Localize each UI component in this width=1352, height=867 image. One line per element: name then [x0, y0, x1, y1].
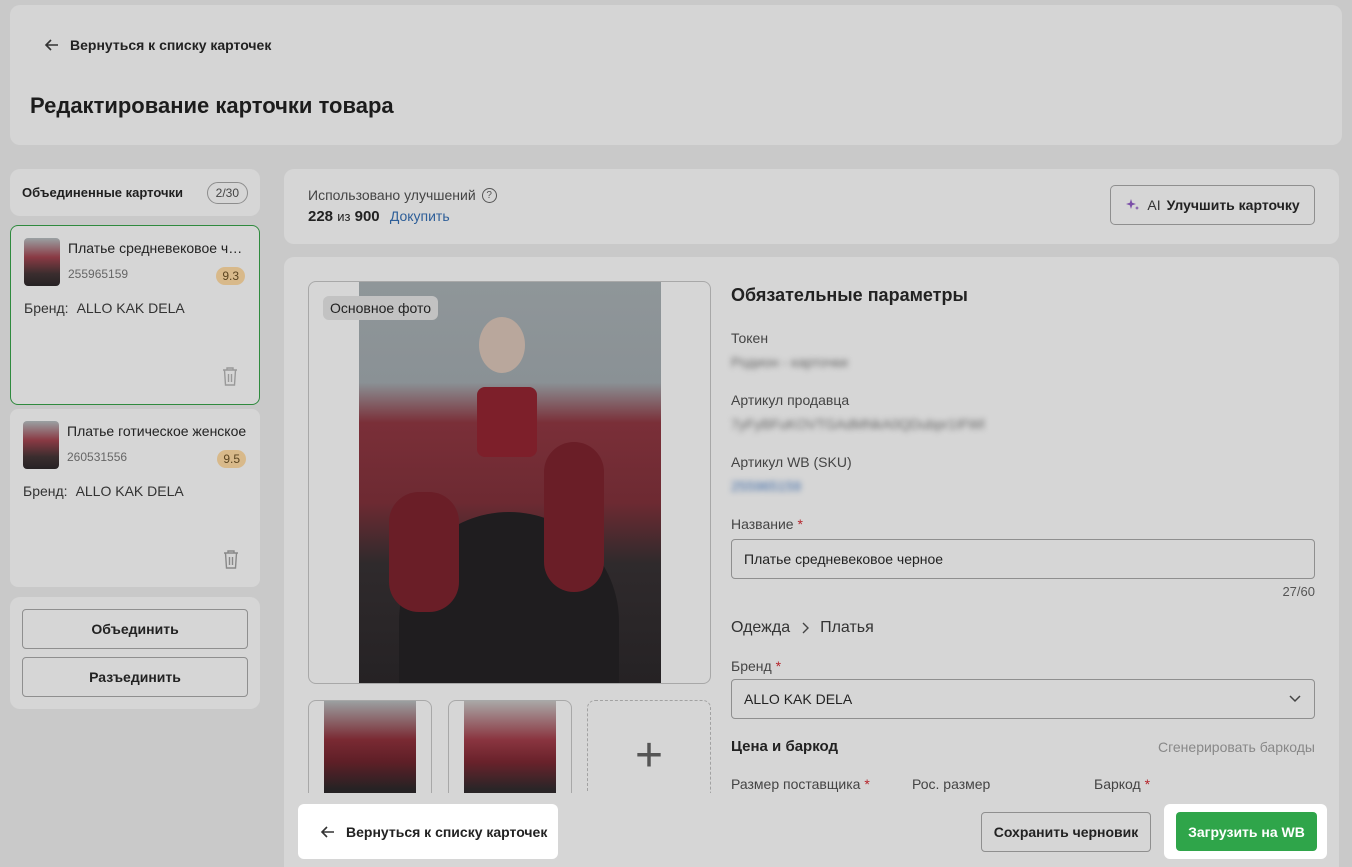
supplier-size-label: Размер поставщика * — [731, 776, 870, 792]
rating-badge: 9.3 — [216, 267, 245, 285]
card-name: Платье средневековое черное — [68, 240, 248, 256]
wb-sku-label: Артикул WB (SKU) — [731, 454, 852, 470]
ai-improve-button[interactable]: AI Улучшить карточку — [1110, 185, 1315, 225]
name-field-label: Название * — [731, 516, 803, 532]
plus-icon: + — [634, 728, 664, 782]
brand-field-label: Бренд * — [731, 658, 781, 674]
card-editor: Основное фото + Обязательные параметры Т… — [284, 257, 1339, 867]
card-name: Платье готическое женское — [67, 423, 247, 439]
unmerge-button[interactable]: Разъединить — [22, 657, 248, 697]
name-char-count: 27/60 — [1282, 584, 1315, 599]
required-mark: * — [1144, 776, 1151, 792]
category-breadcrumb: Одежда Платья — [731, 619, 874, 637]
brand-label: Бренд: — [24, 300, 69, 316]
back-to-list-link[interactable]: Вернуться к списку карточек — [44, 37, 271, 53]
product-photo — [359, 282, 661, 683]
product-thumbnail — [23, 421, 59, 469]
seller-sku-label: Артикул продавца — [731, 392, 850, 408]
merge-button[interactable]: Объединить — [22, 609, 248, 649]
main-photo[interactable]: Основное фото — [308, 281, 711, 684]
generate-barcodes-link[interactable]: Сгенерировать баркоды — [1158, 739, 1315, 755]
card-brand: Бренд: ALLO KAK DELA — [23, 483, 184, 499]
upload-to-wb-button[interactable]: Загрузить на WB — [1176, 812, 1317, 851]
chevron-down-icon — [1289, 695, 1301, 703]
merge-actions-panel: Объединить Разъединить — [10, 597, 260, 709]
merged-card-item[interactable]: Платье готическое женское 260531556 9.5 … — [10, 409, 260, 587]
price-barcode-title: Цена и баркод — [731, 738, 839, 755]
merged-cards-title: Объединенные карточки — [22, 185, 184, 200]
ai-button-label: Улучшить карточку — [1166, 197, 1300, 213]
improvements-label: Использовано улучшений ? — [308, 187, 497, 203]
improvements-used: 228 — [308, 208, 334, 225]
merged-cards-header: Объединенные карточки 2/30 — [10, 169, 260, 216]
ru-size-label: Рос. размер — [912, 776, 991, 792]
name-label-text: Название — [731, 516, 794, 532]
required-mark: * — [864, 776, 870, 792]
category-parent[interactable]: Одежда — [731, 619, 790, 637]
token-value: Родион - карточки — [731, 354, 848, 370]
barcode-label-text: Баркод — [1094, 776, 1141, 792]
brand-value: ALLO KAK DELA — [75, 483, 184, 499]
improvements-count: 228 из 900 Докупить — [308, 208, 450, 225]
brand-value: ALLO KAK DELA — [76, 300, 185, 316]
category-child[interactable]: Платья — [820, 619, 874, 637]
back-to-list-button[interactable]: Вернуться к списку карточек — [298, 804, 558, 859]
page-header: Вернуться к списку карточек Редактирован… — [10, 5, 1342, 145]
brand-label: Бренд: — [23, 483, 68, 499]
arrow-left-icon — [320, 825, 334, 838]
trash-icon[interactable] — [222, 549, 240, 569]
brand-select-value: ALLO KAK DELA — [744, 691, 853, 707]
upload-highlight: Загрузить на WB — [1164, 804, 1327, 859]
required-mark: * — [797, 516, 803, 532]
improvements-label-text: Использовано улучшений — [308, 187, 476, 203]
wb-sku-link[interactable]: 255965159 — [731, 478, 801, 494]
card-sku: 255965159 — [68, 267, 129, 281]
params-title: Обязательные параметры — [731, 285, 968, 305]
merged-count-badge: 2/30 — [206, 181, 248, 204]
improvements-of: из — [337, 209, 351, 224]
page-title: Редактирование карточки товара — [30, 93, 394, 118]
required-mark: * — [775, 658, 782, 674]
brand-select[interactable]: ALLO KAK DELA — [731, 679, 1315, 719]
product-thumbnail — [24, 238, 60, 286]
back-link-label: Вернуться к списку карточек — [70, 37, 272, 53]
help-icon[interactable]: ? — [481, 187, 497, 203]
back-button-label: Вернуться к списку карточек — [346, 823, 548, 840]
name-input[interactable]: Платье средневековое черное — [731, 539, 1315, 579]
ai-prefix: AI — [1147, 197, 1161, 213]
chevron-right-icon — [802, 622, 810, 634]
brand-label-text: Бренд — [731, 658, 772, 674]
supplier-size-text: Размер поставщика — [731, 776, 861, 792]
main-photo-badge: Основное фото — [323, 296, 439, 320]
sparkle-icon — [1126, 199, 1140, 210]
trash-icon[interactable] — [221, 366, 239, 386]
token-label: Токен — [731, 330, 769, 346]
buy-more-link[interactable]: Докупить — [390, 208, 450, 224]
improvements-bar: Использовано улучшений ? 228 из 900 Доку… — [284, 169, 1339, 244]
arrow-left-icon — [44, 39, 58, 51]
rating-badge: 9.5 — [217, 450, 246, 468]
card-brand: Бренд: ALLO KAK DELA — [24, 300, 185, 316]
improvements-total: 900 — [354, 208, 380, 225]
barcode-label: Баркод * — [1094, 776, 1150, 792]
save-draft-button[interactable]: Сохранить черновик — [981, 812, 1151, 852]
seller-sku-value: 7yFyBFuKOVTGAdMNkA0QDubpr1IFWl — [731, 416, 985, 432]
card-sku: 260531556 — [67, 450, 128, 464]
merged-card-item[interactable]: Платье средневековое черное 255965159 9.… — [10, 225, 260, 405]
